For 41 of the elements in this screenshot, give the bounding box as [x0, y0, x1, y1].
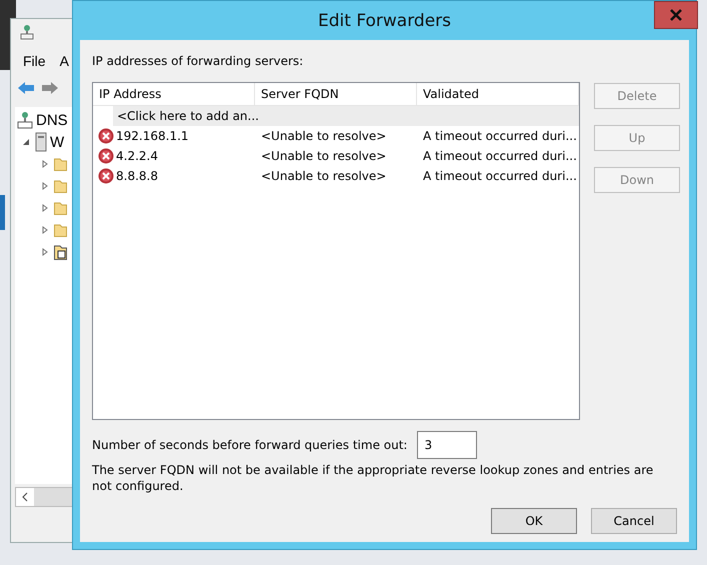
- tree-item[interactable]: W: [50, 134, 64, 150]
- column-header[interactable]: IP Address: [93, 83, 255, 105]
- scroll-left-icon[interactable]: [21, 492, 29, 502]
- selection-bar: [0, 195, 5, 230]
- list-label: IP addresses of forwarding servers:: [92, 54, 304, 70]
- server-icon: [35, 132, 47, 152]
- close-icon[interactable]: [669, 9, 683, 21]
- menu-item[interactable]: File: [19, 53, 50, 69]
- forward-icon[interactable]: [41, 81, 59, 95]
- back-icon[interactable]: [17, 81, 35, 95]
- timeout-field[interactable]: 3: [417, 431, 478, 459]
- table-cell-text: <Unable to resolve>: [260, 149, 388, 163]
- window-title: Edit Forwarders: [318, 10, 451, 30]
- column-header[interactable]: Validated: [417, 83, 579, 105]
- table-cell-text: A timeout occurred duri...: [422, 149, 578, 163]
- folder-icon: [54, 223, 67, 237]
- menu-item[interactable]: A: [56, 53, 73, 69]
- error-icon: [98, 128, 114, 144]
- table-cell-text: A timeout occurred duri...: [422, 129, 578, 143]
- close-button[interactable]: [654, 1, 698, 29]
- table-cell: 4.2.2.4: [116, 149, 158, 163]
- error-icon: [98, 148, 114, 164]
- table-cell: 192.168.1.1: [116, 129, 189, 143]
- dialog-button[interactable]: OK: [491, 508, 577, 534]
- timeout-label: Number of seconds before forward queries time out:: [92, 438, 408, 452]
- folder-icon: [54, 179, 67, 193]
- network-icon: [19, 23, 35, 41]
- column-header[interactable]: Server FQDN: [255, 83, 417, 105]
- dns-icon: [17, 111, 33, 129]
- dialog-button[interactable]: Cancel: [591, 508, 677, 534]
- error-icon: [98, 168, 114, 184]
- tree-item[interactable]: DNS: [36, 112, 68, 128]
- table-cell: 8.8.8.8: [116, 169, 158, 183]
- collapse-arrow-icon[interactable]: [22, 138, 32, 146]
- folder-icon: [54, 201, 67, 215]
- table-cell-text: <Unable to resolve>: [260, 129, 388, 143]
- folder-icon: [54, 244, 67, 260]
- folder-icon: [54, 157, 67, 171]
- info-text: The server FQDN will not be available if the appropriate reverse lookup zones and entries are not configured.: [92, 462, 654, 494]
- table-cell-text: <Unable to resolve>: [260, 169, 388, 183]
- table-cell-text: A timeout occurred duri...: [422, 169, 578, 183]
